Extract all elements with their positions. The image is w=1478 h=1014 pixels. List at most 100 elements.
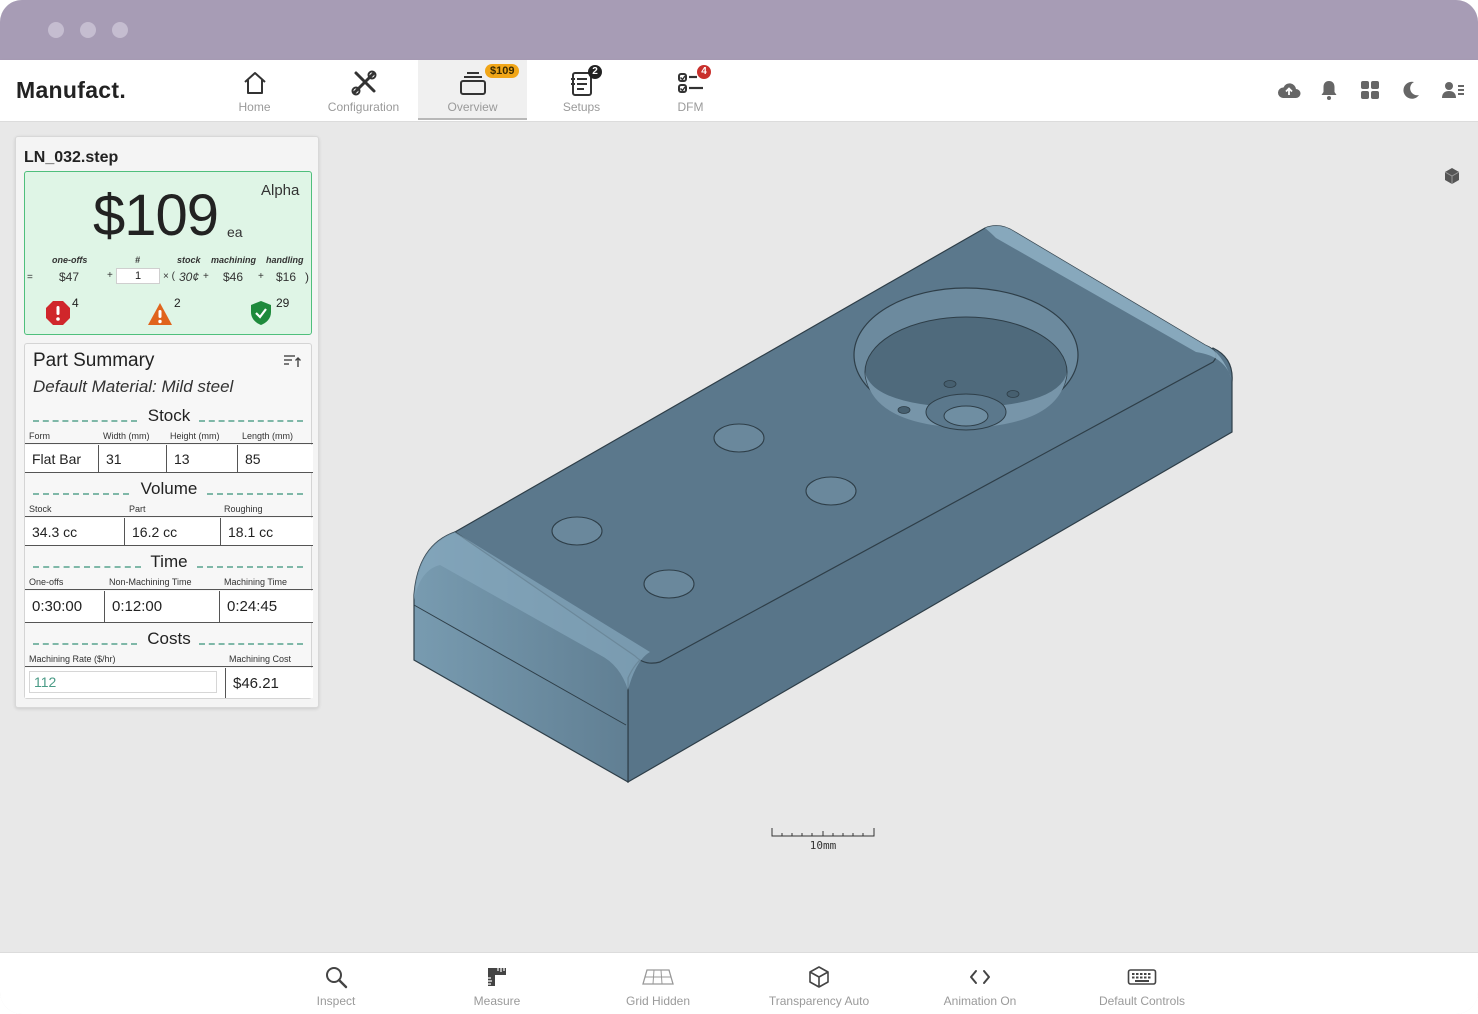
cloud-upload-button[interactable] <box>1277 78 1301 102</box>
quantity-input[interactable]: 1 <box>116 268 160 284</box>
volume-section-title: Volume <box>132 479 206 498</box>
volume-column-headers: Stock Part Roughing <box>25 503 313 517</box>
price-card: $109 ea Alpha one-offs # stock machining… <box>24 171 312 335</box>
default-material: Default Material: Mild steel <box>33 377 234 396</box>
volume-section-header: Volume <box>25 479 313 501</box>
formula-plus: + <box>203 271 209 282</box>
part-volume: 16.2 cc <box>125 518 221 545</box>
costs-section-title: Costs <box>139 629 199 648</box>
user-profile-button[interactable] <box>1441 78 1465 102</box>
grid-plane-icon <box>642 969 674 985</box>
window-zoom-dot[interactable] <box>112 22 128 38</box>
formula-header-oneoffs: one-offs <box>52 255 88 265</box>
stock-values-row: Flat Bar 31 13 85 <box>25 445 313 473</box>
tab-home[interactable]: Home <box>200 60 309 120</box>
code-brackets-icon <box>970 970 990 984</box>
tab-setups[interactable]: 2 Setups <box>527 60 636 120</box>
bell-icon <box>1321 81 1337 100</box>
formula-header-stock: stock <box>177 255 201 265</box>
formula-machining: $46 <box>223 270 244 284</box>
transparency-label: Transparency Auto <box>768 994 870 1008</box>
sort-icon[interactable] <box>283 353 301 369</box>
app-window: Manufact. Home Configuration $109 Overvi… <box>0 0 1478 1014</box>
stack-icon <box>459 72 486 95</box>
stock-form: Flat Bar <box>25 445 99 472</box>
view-cube-icon[interactable] <box>1442 166 1462 186</box>
grid-label: Grid Hidden <box>625 994 691 1008</box>
window-minimize-dot[interactable] <box>80 22 96 38</box>
formula-plus: + <box>107 270 113 281</box>
transparency-toggle[interactable]: Transparency Auto <box>739 953 899 1014</box>
costs-section-header: Costs <box>25 629 313 651</box>
price-unit: ea <box>227 224 243 240</box>
grid-toggle[interactable]: Grid Hidden <box>578 953 738 1014</box>
controls-label: Default Controls <box>1098 994 1186 1008</box>
brand-logo: Manufact. <box>16 77 127 103</box>
setups-count-badge: 2 <box>588 65 602 79</box>
window-close-dot[interactable] <box>48 22 64 38</box>
col-machining-cost: Machining Cost <box>229 654 292 664</box>
tab-dfm[interactable]: 4 DFM <box>636 60 745 120</box>
measure-tool[interactable]: Measure <box>417 953 577 1014</box>
dfm-passed[interactable]: 29 <box>249 294 299 330</box>
dfm-errors[interactable]: 4 <box>45 294 95 330</box>
notifications-button[interactable] <box>1317 78 1341 102</box>
stock-height: 13 <box>167 445 238 472</box>
col-machining-rate: Machining Rate ($/hr) <box>29 654 116 664</box>
inspect-tool[interactable]: Inspect <box>256 953 416 1014</box>
formula-times: × ( <box>163 271 175 282</box>
measure-label: Measure <box>473 994 521 1008</box>
col-height: Height (mm) <box>170 431 220 441</box>
inspect-label: Inspect <box>316 994 356 1008</box>
col-form: Form <box>29 431 50 441</box>
apps-button[interactable] <box>1358 78 1382 102</box>
tools-icon <box>351 70 376 96</box>
costs-values-row: 112 $46.21 <box>25 668 313 698</box>
part-filename: LN_032.step <box>24 149 119 166</box>
formula-close: ) <box>305 270 309 284</box>
passed-count: 29 <box>276 296 290 310</box>
pricing-tier: Alpha <box>261 182 300 199</box>
nonmachining-time: 0:12:00 <box>105 591 220 622</box>
summary-title: Part Summary <box>33 350 155 371</box>
roughing-volume: 18.1 cc <box>228 523 274 540</box>
tab-overview[interactable]: $109 Overview <box>418 60 527 120</box>
machining-time: 0:24:45 <box>227 598 278 615</box>
cube-outline-icon <box>809 966 829 988</box>
home-icon <box>243 72 266 94</box>
stock-section-title: Stock <box>139 406 199 425</box>
time-column-headers: One-offs Non-Machining Time Machining Ti… <box>25 576 313 590</box>
dark-mode-toggle[interactable] <box>1399 78 1423 102</box>
machining-rate-input[interactable]: 112 <box>29 671 217 693</box>
dfm-count-badge: 4 <box>697 65 711 79</box>
formula-handling: $16 <box>276 270 297 284</box>
error-octagon-icon <box>46 301 70 325</box>
top-navigation: Manufact. Home Configuration $109 Overvi… <box>0 60 1478 122</box>
scale-ruler <box>771 828 875 837</box>
warning-count: 2 <box>174 296 181 310</box>
magnifier-icon <box>326 967 348 989</box>
tab-setups-label: Setups <box>562 100 601 114</box>
machining-cost: $46.21 <box>225 668 313 698</box>
cloud-upload-icon <box>1277 83 1301 98</box>
animation-toggle[interactable]: Animation On <box>900 953 1060 1014</box>
oneoffs-time: 0:30:00 <box>25 591 105 622</box>
formula-header-qty: # <box>135 255 141 265</box>
tab-configuration[interactable]: Configuration <box>309 60 418 120</box>
part-3d-model[interactable] <box>400 210 1250 800</box>
formula-plus: + <box>258 271 264 282</box>
col-part-volume: Part <box>129 504 146 514</box>
tab-overview-label: Overview <box>447 100 498 114</box>
controls-toggle[interactable]: Default Controls <box>1062 953 1222 1014</box>
costs-column-headers: Machining Rate ($/hr) Machining Cost <box>25 653 313 667</box>
bottom-toolbar: Inspect Measure Grid Hidden Transparency… <box>0 952 1478 1014</box>
moon-icon <box>1403 81 1419 99</box>
scale-bar: 10mm <box>770 826 876 856</box>
part-summary: Part Summary Default Material: Mild stee… <box>24 343 313 699</box>
formula-header-machining: machining <box>211 255 257 265</box>
col-roughing-volume: Roughing <box>224 504 263 514</box>
unit-price: $109 <box>93 183 219 248</box>
tab-configuration-label: Configuration <box>327 100 400 114</box>
col-nonmachining-time: Non-Machining Time <box>109 577 192 587</box>
dfm-warnings[interactable]: 2 <box>147 294 197 330</box>
